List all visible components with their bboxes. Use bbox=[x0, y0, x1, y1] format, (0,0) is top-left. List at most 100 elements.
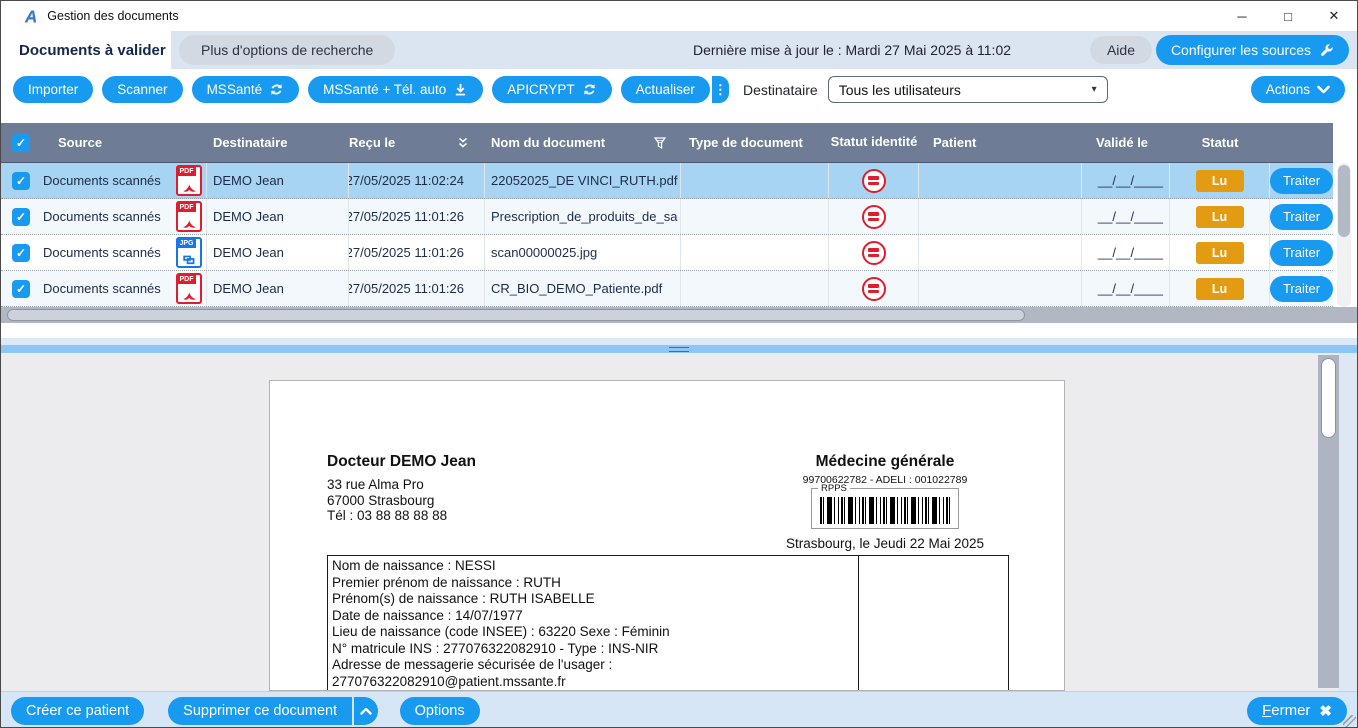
close-button[interactable]: ✕ bbox=[1311, 1, 1357, 31]
row-source: Documents scannés bbox=[41, 235, 171, 270]
scrollbar-thumb[interactable] bbox=[1321, 358, 1336, 438]
refresh-icon bbox=[269, 82, 284, 97]
file-type-label: PDF bbox=[178, 167, 196, 176]
chevron-down-icon bbox=[1317, 85, 1330, 94]
row-checkbox[interactable]: ✓ bbox=[12, 280, 30, 298]
box-divider bbox=[858, 556, 859, 691]
preview-vertical-scrollbar[interactable] bbox=[1318, 355, 1339, 688]
table-row[interactable]: ✓ Documents scannés PDF DEMO Jean 27/05/… bbox=[1, 271, 1333, 307]
row-type-document bbox=[681, 271, 829, 306]
identity-status-icon bbox=[862, 205, 886, 229]
last-update-text: Dernière mise à jour le : Mardi 27 Mai 2… bbox=[693, 31, 1011, 69]
patient-line: Adresse de messagerie sécurisée de l'usa… bbox=[332, 657, 1008, 674]
traiter-button[interactable]: Traiter bbox=[1270, 168, 1333, 194]
row-nom-document: 22052025_DE VINCI_RUTH.pdf bbox=[485, 163, 681, 198]
actions-button[interactable]: Actions bbox=[1251, 76, 1345, 103]
recu-le-label: Reçu le bbox=[349, 135, 395, 150]
select-all-checkbox[interactable]: ✓ bbox=[12, 134, 30, 152]
fermer-button[interactable]: Fermer ✖ bbox=[1247, 697, 1347, 725]
column-header-filetype[interactable] bbox=[171, 123, 207, 162]
pdf-file-icon: PDF bbox=[176, 201, 202, 232]
maximize-button[interactable]: □ bbox=[1265, 1, 1311, 31]
row-nom-document: CR_BIO_DEMO_Patiente.pdf bbox=[485, 271, 681, 306]
column-header-patient[interactable]: Patient bbox=[919, 123, 1082, 162]
row-recu-le: 27/05/2025 11:02:24 bbox=[349, 163, 485, 198]
kebab-icon: ⋮ bbox=[714, 82, 727, 98]
spacer bbox=[1, 338, 1357, 345]
delete-document-menu-button[interactable] bbox=[354, 697, 378, 725]
minimize-button[interactable]: ─ bbox=[1219, 1, 1265, 31]
file-type-label: JPG bbox=[178, 239, 196, 248]
tab-documents-a-valider[interactable]: Documents à valider bbox=[1, 31, 171, 69]
table-row[interactable]: ✓ Documents scannés PDF DEMO Jean 27/05/… bbox=[1, 163, 1333, 199]
row-patient bbox=[919, 271, 1082, 306]
jpg-file-icon: JPG bbox=[176, 237, 202, 268]
column-header-type-document[interactable]: Type de document bbox=[681, 123, 829, 162]
check-icon: ✓ bbox=[16, 246, 26, 260]
check-icon: ✓ bbox=[16, 174, 26, 188]
row-checkbox[interactable]: ✓ bbox=[12, 208, 30, 226]
column-header-nom-document[interactable]: Nom du document bbox=[485, 123, 681, 162]
row-recu-le: 27/05/2025 11:01:26 bbox=[349, 199, 485, 234]
window-resize-grip[interactable] bbox=[1343, 715, 1356, 728]
traiter-button[interactable]: Traiter bbox=[1270, 276, 1333, 302]
create-patient-button[interactable]: Créer ce patient bbox=[11, 697, 144, 725]
recipient-select[interactable]: Tous les utilisateurs ▾ bbox=[828, 76, 1108, 103]
column-header-actions bbox=[1270, 123, 1333, 162]
scrollbar-thumb[interactable] bbox=[1338, 165, 1350, 237]
refresh-menu-button[interactable]: ⋮ bbox=[712, 76, 729, 103]
actions-label: Actions bbox=[1266, 82, 1310, 97]
rpps-barcode-box: RPPS bbox=[811, 488, 959, 529]
row-checkbox[interactable]: ✓ bbox=[12, 244, 30, 262]
refresh-list-button[interactable]: Actualiser bbox=[621, 76, 710, 103]
traiter-button[interactable]: Traiter bbox=[1270, 240, 1333, 266]
table-horizontal-scrollbar[interactable] bbox=[1, 307, 1357, 323]
status-badge: Lu bbox=[1196, 170, 1244, 192]
patient-line: 277076322082910@patient.mssante.fr bbox=[332, 674, 1008, 691]
header-expand-chevron-icon[interactable]: ▷ bbox=[1347, 137, 1354, 148]
table-vertical-scrollbar[interactable] bbox=[1337, 163, 1351, 307]
check-icon: ✓ bbox=[16, 282, 26, 296]
table-row[interactable]: ✓ Documents scannés JPG DEMO Jean 27/05/… bbox=[1, 235, 1333, 271]
apicrypt-button[interactable]: APICRYPT bbox=[492, 76, 611, 103]
column-header-source[interactable]: Source bbox=[41, 123, 171, 162]
row-valide-le: __/__/____ bbox=[1082, 163, 1170, 198]
file-type-label: PDF bbox=[178, 203, 196, 212]
download-icon bbox=[453, 82, 468, 97]
identity-status-icon bbox=[862, 277, 886, 301]
column-header-statut[interactable]: Statut bbox=[1170, 123, 1270, 162]
row-checkbox[interactable]: ✓ bbox=[12, 172, 30, 190]
filter-icon[interactable] bbox=[653, 136, 667, 150]
row-patient bbox=[919, 163, 1082, 198]
delete-document-button[interactable]: Supprimer ce document bbox=[168, 697, 352, 725]
scrollbar-thumb[interactable] bbox=[7, 309, 1025, 321]
row-valide-le: __/__/____ bbox=[1082, 235, 1170, 270]
scan-button[interactable]: Scanner bbox=[102, 76, 182, 103]
column-header-destinataire[interactable]: Destinataire bbox=[207, 123, 349, 162]
app-window: A Gestion des documents ─ □ ✕ Documents … bbox=[0, 0, 1358, 728]
row-valide-le: __/__/____ bbox=[1082, 271, 1170, 306]
mssante-button[interactable]: MSSanté bbox=[192, 76, 300, 103]
import-button[interactable]: Importer bbox=[13, 76, 93, 103]
identity-status-icon bbox=[862, 169, 886, 193]
traiter-button[interactable]: Traiter bbox=[1270, 204, 1333, 230]
column-header-statut-identite[interactable]: Statut identité bbox=[829, 123, 919, 162]
spacer bbox=[1, 323, 1357, 338]
recipient-selected-value: Tous les utilisateurs bbox=[839, 82, 961, 98]
row-source: Documents scannés bbox=[41, 271, 171, 306]
mssante-label: MSSanté bbox=[207, 82, 263, 97]
help-button[interactable]: Aide bbox=[1090, 36, 1152, 64]
nom-document-label: Nom du document bbox=[491, 135, 605, 150]
options-button[interactable]: Options bbox=[400, 697, 480, 725]
more-search-options-button[interactable]: Plus d'options de recherche bbox=[179, 35, 395, 65]
city-date-line: Strasbourg, le Jeudi 22 Mai 2025 bbox=[740, 536, 1030, 551]
configure-sources-button[interactable]: Configurer les sources bbox=[1156, 35, 1349, 65]
preview-splitter-handle[interactable] bbox=[1, 345, 1357, 353]
column-header-recu-le[interactable]: Reçu le bbox=[349, 123, 485, 162]
table-row[interactable]: ✓ Documents scannés PDF DEMO Jean 27/05/… bbox=[1, 199, 1333, 235]
column-header-valide-le[interactable]: Validé le bbox=[1082, 123, 1170, 162]
doctor-address-line: 33 rue Alma Pro bbox=[327, 477, 476, 493]
mssante-tel-auto-button[interactable]: MSSanté + Tél. auto bbox=[308, 76, 483, 103]
sort-icon[interactable] bbox=[457, 136, 469, 149]
spacer bbox=[1339, 353, 1357, 691]
